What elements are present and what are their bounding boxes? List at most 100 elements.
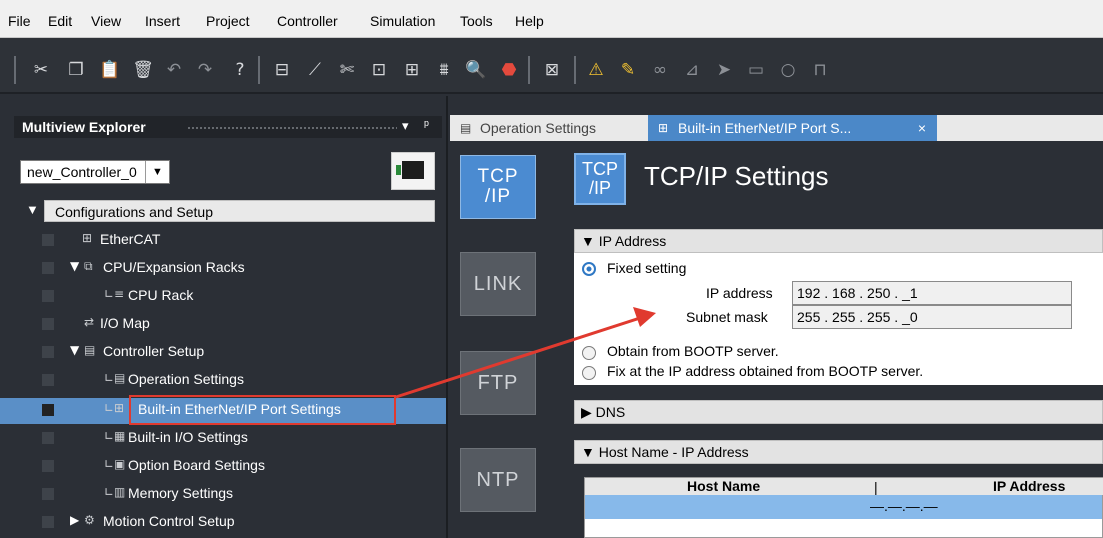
- tab-ethernet-ip-port-settings[interactable]: ⊞ Built-in EtherNet/IP Port S... ×: [648, 115, 937, 141]
- help-icon[interactable]: ?: [228, 58, 252, 82]
- monitor-icon[interactable]: ∞: [648, 58, 672, 82]
- table-row[interactable]: —.—.—.—: [585, 495, 1102, 519]
- tree-item-option-board-settings[interactable]: ∟▣ Option Board Settings: [0, 452, 446, 480]
- tree-item-controller-setup[interactable]: ▼ ▤ Controller Setup: [0, 338, 446, 366]
- gear-icon: ⚙: [84, 513, 95, 527]
- chip-leg: [396, 165, 401, 175]
- menu-insert[interactable]: Insert: [145, 13, 180, 29]
- tree-item-cpu-rack[interactable]: ∟≡ CPU Rack: [0, 282, 446, 310]
- cut-icon[interactable]: ✂: [29, 58, 53, 82]
- tree-cell: [42, 374, 54, 386]
- tree-item-io-map[interactable]: ⇄ I/O Map: [0, 310, 446, 338]
- diagram-icon[interactable]: ⊿: [680, 58, 704, 82]
- ethernet-icon: ⊞: [658, 121, 669, 135]
- tcp-ip-logo-icon: TCP/IP: [574, 153, 626, 205]
- ip-address-header[interactable]: ▼ IP Address: [574, 229, 1103, 253]
- tree-item-builtin-io-settings[interactable]: ∟▦ Built-in I/O Settings: [0, 424, 446, 452]
- menu-controller[interactable]: Controller: [277, 13, 338, 29]
- menu-file[interactable]: File: [8, 13, 31, 29]
- find-icon[interactable]: 🔍: [464, 58, 488, 82]
- delete-icon[interactable]: 🗑: [131, 58, 155, 82]
- build-icon[interactable]: ⊟: [270, 58, 294, 82]
- bootp-radio[interactable]: [582, 346, 596, 360]
- link-category-button[interactable]: LINK: [460, 252, 536, 316]
- tree-item-label: Motion Control Setup: [103, 513, 235, 529]
- dns-header[interactable]: ▶ DNS: [574, 400, 1103, 424]
- menu-help[interactable]: Help: [515, 13, 544, 29]
- menu-project[interactable]: Project: [206, 13, 250, 29]
- host-name-header[interactable]: ▼ Host Name - IP Address: [574, 440, 1103, 464]
- subnet-mask-field[interactable]: 255 . 255 . 255 . _0: [792, 305, 1072, 329]
- expand-arrow-icon[interactable]: ▼: [70, 343, 79, 357]
- ladder-icon[interactable]: ⩩: [432, 58, 456, 82]
- io-icon[interactable]: ⊓: [808, 58, 832, 82]
- dropdown-icon[interactable]: ▾: [402, 118, 409, 134]
- copy-icon[interactable]: ❐: [64, 58, 88, 82]
- configurations-label: Configurations and Setup: [55, 204, 213, 220]
- column-separator: |: [874, 479, 878, 495]
- tree-item-cpu-expansion-racks[interactable]: ▼ ⧉ CPU/Expansion Racks: [0, 254, 446, 282]
- editor-area: ▤ Operation Settings ⊞ Built-in EtherNet…: [450, 96, 1103, 538]
- online-icon[interactable]: ⟋: [303, 58, 327, 82]
- compare-icon[interactable]: ⊠: [540, 58, 564, 82]
- chevron-down-icon[interactable]: ▼: [145, 161, 169, 183]
- controller-select-value: new_Controller_0: [27, 164, 137, 180]
- expand-arrow-icon[interactable]: ▶: [70, 513, 79, 527]
- tree-item-label: CPU/Expansion Racks: [103, 259, 245, 275]
- tab-label: Built-in EtherNet/IP Port S...: [678, 120, 852, 136]
- setup-icon: ▤: [84, 343, 96, 357]
- expand-arrow-icon[interactable]: ▼: [70, 259, 79, 273]
- multiview-explorer: Multiview Explorer ▾ ᵖ new_Controller_0 …: [0, 96, 448, 538]
- warning-icon[interactable]: ⚠: [584, 58, 608, 82]
- fixed-setting-radio[interactable]: [582, 262, 596, 276]
- tab-operation-settings[interactable]: ▤ Operation Settings: [450, 115, 645, 141]
- redo-icon[interactable]: ↷: [193, 58, 217, 82]
- tree-item-ethercat[interactable]: ⊞ EtherCAT: [0, 226, 446, 254]
- branch-icon: ∟▦: [104, 429, 126, 443]
- tree-cell: [42, 290, 54, 302]
- stop-icon[interactable]: ⬣: [497, 58, 521, 82]
- tree-item-motion-control-setup[interactable]: ▶ ⚙ Motion Control Setup: [0, 508, 446, 536]
- header-grip: [187, 126, 397, 130]
- transfer-icon[interactable]: ⊞: [400, 58, 424, 82]
- run-icon[interactable]: ▭: [744, 58, 768, 82]
- tcp-ip-category-button[interactable]: TCP/IP: [460, 155, 536, 219]
- tab-label: Operation Settings: [480, 120, 596, 136]
- ftp-category-button[interactable]: FTP: [460, 351, 536, 415]
- ntp-category-button[interactable]: NTP: [460, 448, 536, 512]
- menu-view[interactable]: View: [91, 13, 121, 29]
- tree-cell: [42, 318, 54, 330]
- tree-item-memory-settings[interactable]: ∟▥ Memory Settings: [0, 480, 446, 508]
- pen-icon[interactable]: ✎: [616, 58, 640, 82]
- controller-select[interactable]: new_Controller_0 ▼: [20, 160, 170, 184]
- step-icon[interactable]: ➤: [712, 58, 736, 82]
- toolbar-separator: [258, 56, 260, 84]
- toolbar: ✂ ❐ 📋 🗑 ↶ ↷ ? ⊟ ⟋ ✄ ⊡ ⊞ ⩩ 🔍 ⬣ ⊠ ⚠ ✎ ∞ ⊿ …: [0, 38, 1103, 94]
- undo-icon[interactable]: ↶: [162, 58, 186, 82]
- ip-address-label: IP address: [706, 285, 773, 301]
- settings-page-icon: ▤: [460, 121, 472, 135]
- reset-icon[interactable]: ○: [776, 58, 800, 82]
- branch-icon: ∟▤: [104, 371, 126, 385]
- pin-icon[interactable]: ᵖ: [424, 117, 429, 132]
- branch-icon: ∟▣: [104, 457, 126, 471]
- close-icon[interactable]: ×: [918, 115, 926, 141]
- sync-icon[interactable]: ⊡: [367, 58, 391, 82]
- toolbar-separator: [528, 56, 530, 84]
- configurations-header[interactable]: Configurations and Setup: [44, 200, 435, 222]
- scissors-icon[interactable]: ✄: [335, 58, 359, 82]
- menu-edit[interactable]: Edit: [48, 13, 72, 29]
- ethercat-icon: ⊞: [82, 231, 93, 245]
- ip-address-field[interactable]: 192 . 168 . 250 . _1: [792, 281, 1072, 305]
- paste-icon[interactable]: 📋: [98, 58, 122, 82]
- tcp-ip-settings-pane: TCP/IP TCP/IP Settings ▼ IP Address Fixe…: [570, 141, 1103, 538]
- settings-category-bar: TCP/IP LINK FTP NTP: [450, 141, 570, 538]
- fix-bootp-radio[interactable]: [582, 366, 596, 380]
- rack-icon: ⧉: [84, 259, 93, 273]
- tree-item-operation-settings[interactable]: ∟▤ Operation Settings: [0, 366, 446, 394]
- explorer-header: Multiview Explorer ▾ ᵖ: [14, 116, 442, 138]
- menu-simulation[interactable]: Simulation: [370, 13, 435, 29]
- tree-item-label: CPU Rack: [128, 287, 194, 303]
- menu-tools[interactable]: Tools: [460, 13, 493, 29]
- collapse-arrow-icon[interactable]: ▼: [26, 202, 39, 217]
